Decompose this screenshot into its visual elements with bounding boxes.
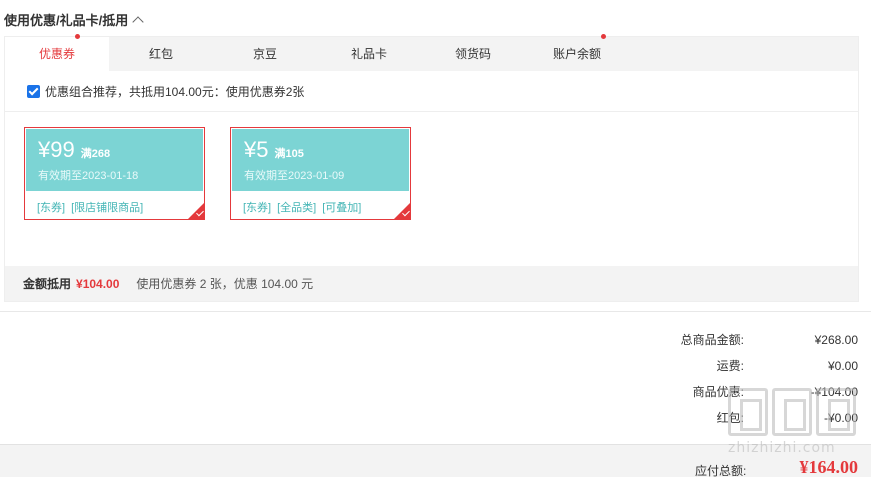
summary-amount: ¥104.00 [76,276,120,291]
coupon-amount: ¥99 [38,137,75,162]
total-label: 红包: [716,411,744,425]
payable-label: 应付总额: [695,464,747,477]
coupon-condition: 满268 [80,148,111,160]
coupon-tag: [东券] [243,202,272,214]
divider [0,311,871,312]
summary-label: 金额抵用 [23,277,72,291]
coupon-amount: ¥5 [244,137,269,162]
coupon-tags: [东券] [限店铺限商品] [25,192,204,215]
order-totals: 总商品金额: ¥268.00 运费: ¥0.00 商品优惠: -¥104.00 … [624,330,858,434]
tab-red-packet[interactable]: 红包 [109,37,213,71]
tab-bar: 优惠券 红包 京豆 礼品卡 领货码 账户余额 [5,34,858,71]
coupon-tag: [限店铺限商品] [71,202,144,214]
total-row: 红包: -¥0.00 [624,408,858,434]
total-label: 运费: [716,359,744,373]
coupon-card[interactable]: ¥99 满268 有效期至2023-01-18 [东券] [限店铺限商品] [24,127,205,220]
total-row: 总商品金额: ¥268.00 [624,330,858,356]
tab-label: 领货码 [454,47,491,61]
coupon-condition: 满105 [274,148,304,160]
coupon-card[interactable]: ¥5 满105 有效期至2023-01-09 [东券] [全品类] [可叠加] [230,127,411,220]
tab-coupons[interactable]: 优惠券 [5,34,109,71]
discount-summary: 金额抵用 ¥104.00 使用优惠券 2 张，优惠 104.00 元 [5,266,858,301]
tab-account-balance[interactable]: 账户余额 [525,34,629,71]
total-value: ¥0.00 [827,359,858,373]
tab-label: 优惠券 [38,47,75,61]
summary-description: 使用优惠券 2 张，优惠 104.00 元 [136,277,314,291]
coupon-tag: [可叠加] [322,202,362,214]
combo-recommendation: 优惠组合推荐，共抵用104.00元：使用优惠券2张 [5,71,858,112]
total-value: -¥104.00 [810,385,858,399]
tab-label: 礼品卡 [350,47,387,61]
tab-pickup-code[interactable]: 领货码 [421,37,525,71]
tab-jingdou[interactable]: 京豆 [213,37,317,71]
combo-checkbox[interactable] [27,84,40,98]
coupon-tag: [全品类] [277,202,317,214]
coupon-face: ¥5 满105 有效期至2023-01-09 [232,129,409,191]
tab-label: 红包 [148,47,173,61]
combo-text: 优惠组合推荐，共抵用104.00元：使用优惠券2张 [45,84,305,99]
payable-footer: 应付总额: ¥164.00 [0,444,871,477]
notification-dot [601,34,606,39]
coupon-validity: 有效期至2023-01-09 [244,170,345,182]
notification-dot [75,34,80,39]
coupon-tag: [东券] [37,202,66,214]
tab-gift-card[interactable]: 礼品卡 [317,37,421,71]
coupon-list: ¥99 满268 有效期至2023-01-18 [东券] [限店铺限商品] ¥5 … [24,127,436,220]
tab-label: 账户余额 [552,47,601,61]
section-title: 使用优惠/礼品卡/抵用 [4,12,129,28]
total-row: 运费: ¥0.00 [624,356,858,382]
chevron-up-icon[interactable] [132,15,144,28]
total-label: 总商品金额: [680,333,744,347]
total-row: 商品优惠: -¥104.00 [624,382,858,408]
coupon-face: ¥99 满268 有效期至2023-01-18 [26,129,203,191]
payable-amount: ¥164.00 [799,457,859,477]
discount-panel: 优惠券 红包 京豆 礼品卡 领货码 账户余额 优惠组合推荐，共抵用104.00元… [4,34,859,302]
total-label: 商品优惠: [692,385,744,399]
section-header[interactable]: 使用优惠/礼品卡/抵用 [4,10,144,28]
coupon-tags: [东券] [全品类] [可叠加] [231,192,410,215]
total-value: ¥268.00 [814,333,858,347]
tab-label: 京豆 [252,47,277,61]
coupon-validity: 有效期至2023-01-18 [38,170,139,182]
total-value: -¥0.00 [823,411,858,425]
